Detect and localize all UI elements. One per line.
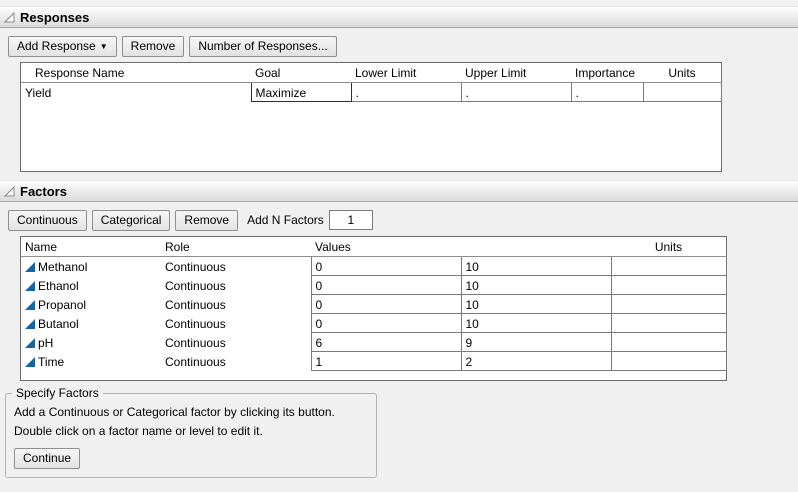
remove-factor-button[interactable]: Remove: [175, 210, 238, 231]
factor-value2-cell[interactable]: 10: [461, 314, 611, 333]
factor-role-cell[interactable]: Continuous: [161, 295, 311, 314]
col-factor-role: Role: [161, 237, 311, 257]
factor-role-cell[interactable]: Continuous: [161, 333, 311, 352]
continuous-factor-icon: [25, 319, 35, 329]
factor-units-cell[interactable]: [611, 295, 726, 314]
factors-panel-title: Factors: [20, 184, 67, 199]
col-lower-limit: Lower Limit: [351, 63, 461, 83]
factor-units-cell[interactable]: [611, 257, 726, 276]
factor-role-cell[interactable]: Continuous: [161, 276, 311, 295]
factor-row: pH Continuous 6 9: [21, 333, 726, 352]
response-name-cell[interactable]: Yield: [21, 83, 251, 102]
factors-table: Name Role Values Units Methanol Continuo…: [21, 237, 727, 371]
disclosure-open-icon[interactable]: [4, 12, 15, 23]
add-n-factors-input[interactable]: [329, 210, 373, 230]
factor-name-label: Methanol: [38, 260, 87, 274]
factor-name-cell[interactable]: Ethanol: [21, 276, 161, 295]
factor-value1-cell[interactable]: 0: [311, 257, 461, 276]
col-upper-limit: Upper Limit: [461, 63, 571, 83]
factor-value1-cell[interactable]: 0: [311, 295, 461, 314]
factor-value2-cell[interactable]: 10: [461, 295, 611, 314]
categorical-button[interactable]: Categorical: [92, 210, 171, 231]
disclosure-open-icon[interactable]: [4, 186, 15, 197]
remove-response-button[interactable]: Remove: [122, 36, 185, 57]
number-of-responses-button[interactable]: Number of Responses...: [189, 36, 336, 57]
factor-name-label: Butanol: [38, 317, 79, 331]
factor-value1-cell[interactable]: 1: [311, 352, 461, 371]
factor-name-label: Ethanol: [38, 279, 79, 293]
factor-value1-cell[interactable]: 0: [311, 276, 461, 295]
factor-row: Methanol Continuous 0 10: [21, 257, 726, 276]
factors-toolbar: Continuous Categorical Remove Add N Fact…: [8, 209, 798, 231]
responses-table-container: Response Name Goal Lower Limit Upper Lim…: [20, 62, 722, 172]
factor-row: Time Continuous 1 2: [21, 352, 726, 371]
response-row: Yield Maximize . . .: [21, 83, 721, 102]
response-goal-cell[interactable]: Maximize: [251, 83, 351, 102]
responses-header-row: Response Name Goal Lower Limit Upper Lim…: [21, 63, 721, 83]
add-response-button[interactable]: Add Response ▼: [8, 36, 117, 57]
responses-panel-header: Responses: [0, 6, 798, 28]
factor-value2-cell[interactable]: 10: [461, 276, 611, 295]
continuous-factor-icon: [25, 262, 35, 272]
response-upper-limit-cell[interactable]: .: [461, 83, 571, 102]
response-units-cell[interactable]: [643, 83, 721, 102]
factor-value2-cell[interactable]: 2: [461, 352, 611, 371]
col-factor-name: Name: [21, 237, 161, 257]
continuous-factor-icon: [25, 300, 35, 310]
specify-factors-instruction-1: Add a Continuous or Categorical factor b…: [14, 404, 368, 420]
doe-dialog: Responses Add Response ▼ Remove Number o…: [0, 6, 798, 492]
continue-button[interactable]: Continue: [14, 448, 80, 469]
factor-row: Ethanol Continuous 0 10: [21, 276, 726, 295]
col-response-units: Units: [643, 63, 721, 83]
factor-name-label: Time: [38, 355, 64, 369]
factor-value2-cell[interactable]: 9: [461, 333, 611, 352]
chevron-down-icon: ▼: [100, 43, 108, 51]
factor-value1-cell[interactable]: 0: [311, 314, 461, 333]
continuous-factor-icon: [25, 281, 35, 291]
factor-units-cell[interactable]: [611, 352, 726, 371]
responses-panel-title: Responses: [20, 10, 89, 25]
factor-row: Propanol Continuous 0 10: [21, 295, 726, 314]
factor-value1-cell[interactable]: 6: [311, 333, 461, 352]
factor-value2-cell[interactable]: 10: [461, 257, 611, 276]
col-goal: Goal: [251, 63, 351, 83]
factors-panel-header: Factors: [0, 180, 798, 202]
factor-units-cell[interactable]: [611, 314, 726, 333]
factor-name-label: Propanol: [38, 298, 86, 312]
continuous-factor-icon: [25, 338, 35, 348]
factors-table-container: Name Role Values Units Methanol Continuo…: [20, 236, 727, 381]
factor-name-cell[interactable]: Butanol: [21, 314, 161, 333]
factor-role-cell[interactable]: Continuous: [161, 314, 311, 333]
col-factor-units: Units: [611, 237, 726, 257]
specify-factors-groupbox: Specify Factors Add a Continuous or Cate…: [5, 393, 377, 478]
factor-role-cell[interactable]: Continuous: [161, 257, 311, 276]
col-response-name: Response Name: [21, 63, 251, 83]
factor-name-label: pH: [38, 336, 53, 350]
continuous-factor-icon: [25, 357, 35, 367]
factors-header-row: Name Role Values Units: [21, 237, 726, 257]
factor-units-cell[interactable]: [611, 333, 726, 352]
factor-name-cell[interactable]: Propanol: [21, 295, 161, 314]
response-lower-limit-cell[interactable]: .: [351, 83, 461, 102]
continuous-button[interactable]: Continuous: [8, 210, 87, 231]
factor-row: Butanol Continuous 0 10: [21, 314, 726, 333]
factor-name-cell[interactable]: Time: [21, 352, 161, 371]
col-factor-values: Values: [311, 237, 611, 257]
col-importance: Importance: [571, 63, 643, 83]
response-importance-cell[interactable]: .: [571, 83, 643, 102]
add-n-factors-label: Add N Factors: [247, 213, 324, 227]
responses-toolbar: Add Response ▼ Remove Number of Response…: [8, 35, 798, 57]
specify-factors-title: Specify Factors: [12, 386, 103, 400]
factor-units-cell[interactable]: [611, 276, 726, 295]
add-response-label: Add Response: [17, 39, 96, 53]
specify-factors-instruction-2: Double click on a factor name or level t…: [14, 423, 368, 439]
responses-table: Response Name Goal Lower Limit Upper Lim…: [21, 63, 722, 102]
factor-role-cell[interactable]: Continuous: [161, 352, 311, 371]
factor-name-cell[interactable]: pH: [21, 333, 161, 352]
factor-name-cell[interactable]: Methanol: [21, 257, 161, 276]
